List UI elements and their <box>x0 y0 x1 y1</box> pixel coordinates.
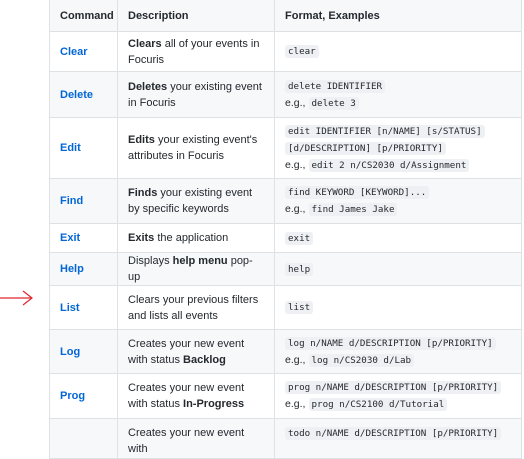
description-header: Description <box>117 0 275 32</box>
command-link-delete[interactable]: Delete <box>60 89 93 101</box>
format-code: list <box>285 301 314 314</box>
table-row: Log Creates your new event with status B… <box>49 329 522 374</box>
description-cell: Clears your previous filters and lists a… <box>117 285 275 330</box>
command-link-help[interactable]: Help <box>60 263 84 275</box>
command-link-exit[interactable]: Exit <box>60 232 80 244</box>
format-code: log n/NAME d/DESCRIPTION [p/PRIORITY] <box>285 336 496 350</box>
command-link-list[interactable]: List <box>60 302 80 314</box>
format-code: exit <box>285 231 314 245</box>
description-cell: Finds your existing event by specific ke… <box>117 178 275 224</box>
command-link-log[interactable]: Log <box>60 346 80 358</box>
table-row: Edit Edits your existing event's attribu… <box>49 117 522 179</box>
format-cell: help <box>274 252 522 286</box>
table-row: Help Displays help menu pop-up help <box>49 252 522 286</box>
format-code: help <box>285 262 314 276</box>
example-code: delete 3 <box>308 96 359 110</box>
command-link-edit[interactable]: Edit <box>60 142 81 154</box>
table-row: Exit Exits the application exit <box>49 223 522 253</box>
description-cell: Clears all of your events in Focuris <box>117 31 275 72</box>
format-cell: prog n/NAME d/DESCRIPTION [p/PRIORITY] e… <box>274 373 522 419</box>
format-cell: todo n/NAME d/DESCRIPTION [p/PRIORITY] <box>274 418 522 459</box>
example-code: prog n/CS2100 d/Tutorial <box>308 398 448 411</box>
format-code: [d/DESCRIPTION] [p/PRIORITY] <box>285 141 446 155</box>
format-code: find KEYWORD [KEYWORD]... <box>285 186 430 199</box>
format-code: todo n/NAME d/DESCRIPTION [p/PRIORITY] <box>285 427 502 440</box>
format-code: delete IDENTIFIER <box>285 79 386 93</box>
command-header: Command <box>49 0 118 32</box>
format-cell: exit <box>274 223 522 253</box>
table-row: Find Finds your existing event by specif… <box>49 178 522 224</box>
format-code: clear <box>285 45 319 58</box>
description-cell: Exits the application <box>117 223 275 253</box>
format-code: edit IDENTIFIER [n/NAME] [s/STATUS] <box>285 124 485 138</box>
format-cell: clear <box>274 31 522 72</box>
table-row: Delete Deletes your existing event in Fo… <box>49 71 522 118</box>
table-row: Prog Creates your new event with status … <box>49 373 522 419</box>
description-cell: Deletes your existing event in Focuris <box>117 71 275 118</box>
table-row: Clear Clears all of your events in Focur… <box>49 31 522 72</box>
table-row: Creates your new event with todo n/NAME … <box>49 418 522 459</box>
description-cell: Creates your new event with <box>117 418 275 459</box>
example-code: log n/CS2030 d/Lab <box>308 353 415 367</box>
description-cell: Creates your new event with status In-Pr… <box>117 373 275 419</box>
example-code: edit 2 n/CS2030 d/Assignment <box>308 158 470 172</box>
table-row: List Clears your previous filters and li… <box>49 285 522 330</box>
table-header-row: Command Description Format, Examples <box>49 0 522 32</box>
red-arrow-icon <box>0 290 33 306</box>
command-summary-table: Command Description Format, Examples Cle… <box>49 0 522 459</box>
format-cell: log n/NAME d/DESCRIPTION [p/PRIORITY] e.… <box>274 329 522 374</box>
description-cell: Creates your new event with status Backl… <box>117 329 275 374</box>
command-link-clear[interactable]: Clear <box>60 46 88 58</box>
example-code: find James Jake <box>308 203 398 216</box>
format-cell: edit IDENTIFIER [n/NAME] [s/STATUS] [d/D… <box>274 117 522 179</box>
format-header: Format, Examples <box>274 0 522 32</box>
description-cell: Edits your existing event's attributes i… <box>117 117 275 179</box>
format-code: prog n/NAME d/DESCRIPTION [p/PRIORITY] <box>285 381 502 394</box>
command-link-find[interactable]: Find <box>60 195 83 207</box>
format-cell: list <box>274 285 522 330</box>
command-link-prog[interactable]: Prog <box>60 390 85 402</box>
format-cell: delete IDENTIFIER e.g., delete 3 <box>274 71 522 118</box>
description-cell: Displays help menu pop-up <box>117 252 275 286</box>
format-cell: find KEYWORD [KEYWORD]... e.g., find Jam… <box>274 178 522 224</box>
